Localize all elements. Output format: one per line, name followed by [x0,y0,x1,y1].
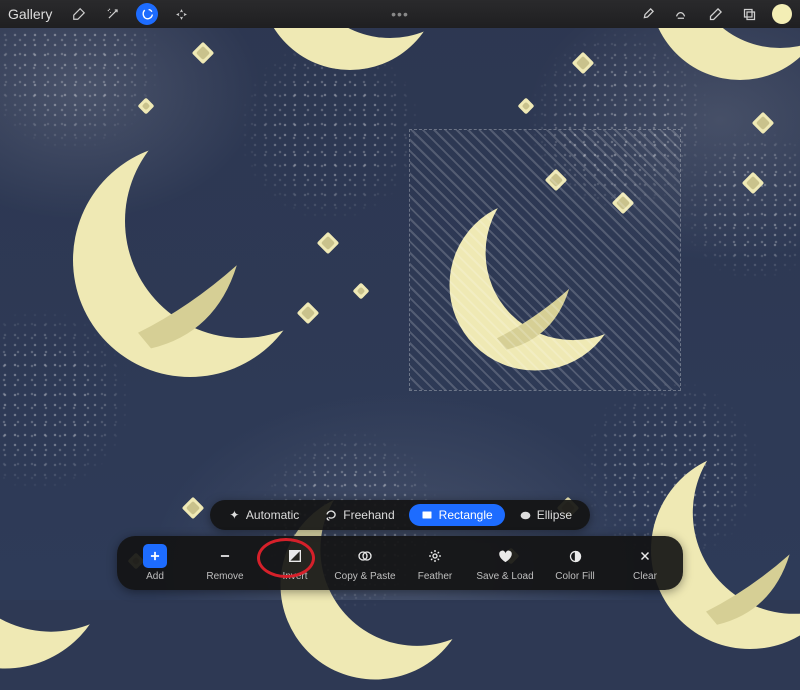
tool-add[interactable]: Add [121,540,189,586]
wand-icon[interactable] [102,3,124,25]
adjustments-icon[interactable] [68,3,90,25]
mode-rectangle[interactable]: Rectangle [409,504,505,526]
invert-icon [283,544,307,568]
mode-label: Automatic [246,508,299,522]
rectangle-icon [421,509,434,522]
mode-label: Ellipse [537,508,572,522]
tool-label: Save & Load [476,571,533,582]
feather-icon [423,544,447,568]
mode-label: Rectangle [439,508,493,522]
tool-color-fill[interactable]: Color Fill [541,540,609,586]
tool-feather[interactable]: Feather [401,540,469,586]
mode-automatic[interactable]: ✦ Automatic [216,504,311,526]
moon-large [60,130,320,390]
eraser-icon[interactable] [704,3,726,25]
heart-icon [493,544,517,568]
selection-icon[interactable] [136,3,158,25]
tool-label: Invert [282,571,307,582]
color-swatch[interactable] [772,4,792,24]
selection-toolbar: ✦ Automatic Freehand Rectangle Ellipse A… [117,500,683,590]
moon-bl [0,450,120,680]
lasso-icon [325,509,338,522]
layers-icon[interactable] [738,3,760,25]
sparkle-icon: ✦ [228,509,241,522]
minus-icon [213,544,237,568]
tool-clear[interactable]: Clear [611,540,679,586]
mode-label: Freehand [343,508,394,522]
copy-paste-icon [353,544,377,568]
mode-ellipse[interactable]: Ellipse [507,504,584,526]
tool-label: Copy & Paste [334,571,395,582]
mode-freehand[interactable]: Freehand [313,504,406,526]
gallery-button[interactable]: Gallery [8,6,56,22]
tool-copy-paste[interactable]: Copy & Paste [331,540,399,586]
selection-marquee[interactable] [410,130,680,390]
tool-label: Color Fill [555,571,594,582]
ellipse-icon [519,509,532,522]
tool-label: Clear [633,571,657,582]
clear-icon [633,544,657,568]
modify-menu-icon[interactable]: ••• [391,6,409,22]
tool-label: Feather [418,571,452,582]
topbar: Gallery ••• [0,0,800,28]
transform-icon[interactable] [170,3,192,25]
tool-remove[interactable]: Remove [191,540,259,586]
smudge-icon[interactable] [670,3,692,25]
selection-mode-bar: ✦ Automatic Freehand Rectangle Ellipse [210,500,590,530]
tool-label: Remove [206,571,243,582]
brush-icon[interactable] [636,3,658,25]
tool-label: Add [146,571,164,582]
color-fill-icon [563,544,587,568]
plus-icon [143,544,167,568]
tool-save-load[interactable]: Save & Load [471,540,539,586]
selection-action-bar: Add Remove Invert Copy & Paste Feather S… [117,536,683,590]
tool-invert[interactable]: Invert [261,540,329,586]
